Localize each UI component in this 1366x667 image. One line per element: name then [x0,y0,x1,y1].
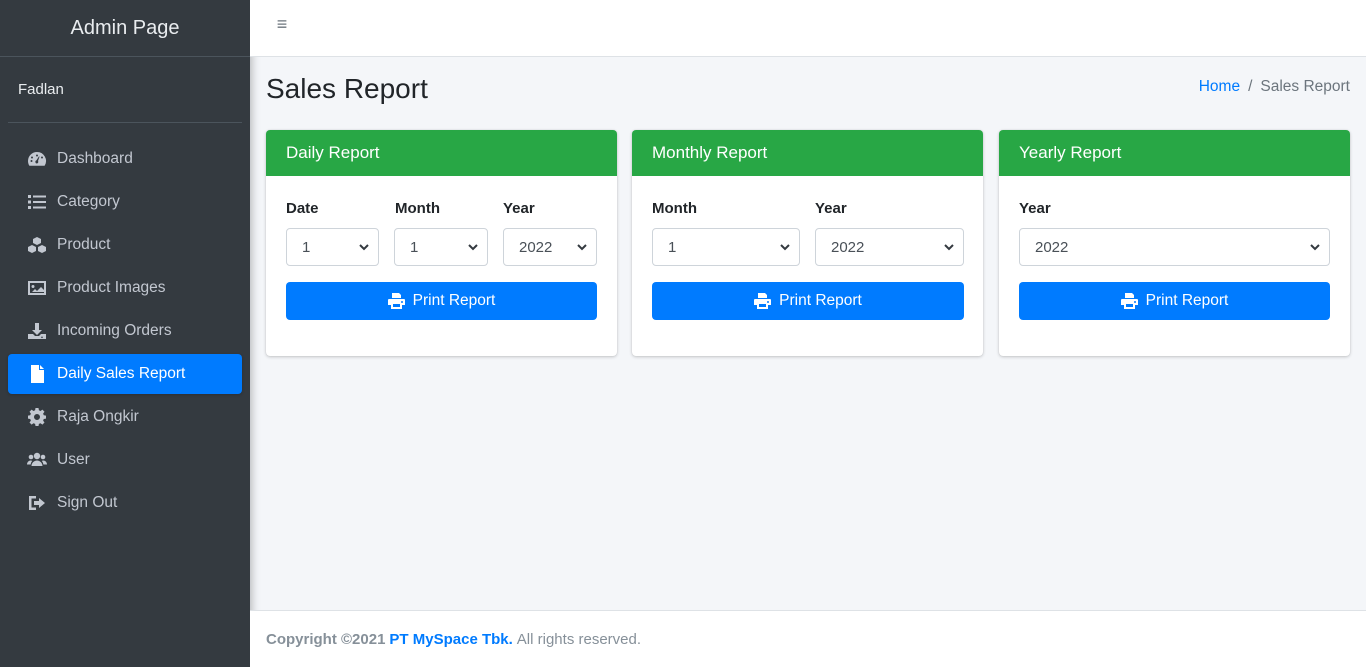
month-select-value: 1 [668,238,677,256]
sidebar-item-label: User [57,451,90,468]
list-icon [26,193,48,211]
sign-out-icon [26,494,48,512]
chevron-down-icon [468,244,478,251]
footer: Copyright ©2021 PT MySpace Tbk. All righ… [250,610,1366,667]
year-select-value: 2022 [831,238,865,256]
cog-icon [26,408,48,426]
sidebar-item-label: Sign Out [57,494,118,511]
date-select-value: 1 [302,238,311,256]
yearly-report-body: Year 2022 Print Report [999,176,1350,356]
year-label: Year [815,200,847,217]
year-select[interactable]: 2022 [815,228,964,266]
daily-print-report-button[interactable]: Print Report [286,282,597,320]
sidebar-item-raja-ongkir[interactable]: Raja Ongkir [8,397,242,437]
year-select-value: 2022 [519,238,553,256]
sidebar-item-label: Raja Ongkir [57,408,139,425]
file-icon [26,365,48,383]
sidebar: Admin Page Fadlan Dashboard Category Pro… [0,0,250,667]
print-icon [1120,293,1138,309]
sidebar-item-label: Category [57,193,120,210]
sidebar-item-label: Product Images [57,279,166,296]
chevron-down-icon [780,244,790,251]
sidebar-item-daily-sales-report[interactable]: Daily Sales Report [8,354,242,394]
daily-report-body: Date Month Year 1 1 2022 Print Report [266,176,617,356]
sidebar-item-label: Product [57,236,111,253]
footer-rights: All rights reserved. [516,630,642,648]
year-label: Year [1019,200,1051,217]
daily-report-title: Daily Report [266,130,617,176]
print-button-label: Print Report [779,292,862,309]
breadcrumb: Home / Sales Report [1199,78,1350,96]
users-icon [26,451,48,469]
month-select-value: 1 [410,238,419,256]
print-icon [387,293,405,309]
hamburger-icon[interactable]: ≡ [272,14,292,34]
user-name[interactable]: Fadlan [8,57,242,123]
print-button-label: Print Report [412,292,496,309]
month-label: Month [395,200,440,217]
footer-company-link[interactable]: PT MySpace Tbk. [389,631,512,648]
sidebar-item-sign-out[interactable]: Sign Out [8,483,242,523]
footer-copyright: Copyright ©2021 [266,630,386,648]
chevron-down-icon [1310,244,1320,251]
brand-title[interactable]: Admin Page [0,0,250,57]
download-icon [26,322,48,340]
breadcrumb-home-link[interactable]: Home [1199,78,1240,96]
sidebar-item-user[interactable]: User [8,440,242,480]
page-title: Sales Report [266,73,428,104]
print-icon [754,293,772,309]
print-button-label: Print Report [1145,292,1229,309]
yearly-report-title: Yearly Report [999,130,1350,176]
monthly-print-report-button[interactable]: Print Report [652,282,964,320]
year-select[interactable]: 2022 [1019,228,1330,266]
month-select[interactable]: 1 [394,228,488,266]
sidebar-item-product-images[interactable]: Product Images [8,268,242,308]
sidebar-item-label: Incoming Orders [57,322,172,339]
year-label: Year [503,200,535,217]
monthly-report-title: Monthly Report [632,130,983,176]
daily-report-card: Daily Report Date Month Year 1 1 2022 Pr… [266,130,617,356]
sidebar-item-product[interactable]: Product [8,225,242,265]
sidebar-nav: Dashboard Category Product Product Image… [0,139,250,523]
date-label: Date [286,200,319,217]
tachometer-icon [26,150,48,168]
sidebar-item-label: Daily Sales Report [57,365,186,382]
sidebar-item-dashboard[interactable]: Dashboard [8,139,242,179]
sidebar-item-incoming-orders[interactable]: Incoming Orders [8,311,242,351]
image-icon [26,279,48,297]
breadcrumb-current: Sales Report [1260,78,1350,95]
chevron-down-icon [359,244,369,251]
year-select-value: 2022 [1035,238,1069,256]
month-select[interactable]: 1 [652,228,800,266]
date-select[interactable]: 1 [286,228,379,266]
sidebar-item-label: Dashboard [57,150,133,167]
chevron-down-icon [944,244,954,251]
monthly-report-body: Month Year 1 2022 Print Report [632,176,983,356]
monthly-report-card: Monthly Report Month Year 1 2022 Print R… [632,130,983,356]
year-select[interactable]: 2022 [503,228,597,266]
breadcrumb-separator: / [1248,78,1253,95]
chevron-down-icon [577,244,587,251]
month-label: Month [652,200,697,217]
main-content: Sales Report Home / Sales Report Daily R… [250,57,1366,610]
yearly-print-report-button[interactable]: Print Report [1019,282,1330,320]
sidebar-item-category[interactable]: Category [8,182,242,222]
top-navbar: ≡ [250,0,1366,57]
cubes-icon [26,236,48,254]
yearly-report-card: Yearly Report Year 2022 Print Report [999,130,1350,356]
